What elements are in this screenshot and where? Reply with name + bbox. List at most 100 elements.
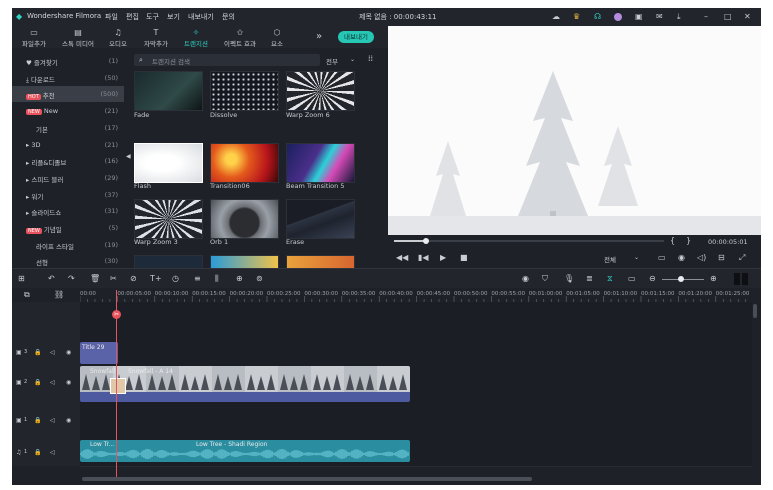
cut-icon[interactable]: ✂ bbox=[110, 275, 117, 283]
sidebar-item[interactable]: ▸ 리플&디졸브 (16) bbox=[12, 153, 124, 169]
previous-frame-icon[interactable]: ◀◀ bbox=[396, 254, 408, 262]
add-track-icon[interactable]: ⧉ bbox=[24, 291, 30, 299]
sidebar-item[interactable]: HOT 추천 (500) bbox=[12, 86, 124, 103]
mail-icon[interactable]: ✉ bbox=[656, 13, 663, 21]
sidebar-item[interactable]: ▸ 3D (21) bbox=[12, 137, 124, 153]
export-button[interactable]: 내보내기 bbox=[338, 31, 374, 43]
mark-in-icon[interactable]: { bbox=[670, 237, 675, 245]
save-icon[interactable]: ▣ bbox=[635, 13, 643, 21]
thumb-partial[interactable] bbox=[210, 255, 279, 269]
tab-effects[interactable]: ✩ 이펙트 효과 bbox=[220, 28, 260, 48]
thumb-warp-zoom-3[interactable] bbox=[134, 199, 203, 239]
tab-audio[interactable]: ♫ 오디오 bbox=[98, 28, 138, 48]
text-icon[interactable]: T+ bbox=[150, 275, 162, 283]
adjust-icon[interactable]: ≡ bbox=[194, 275, 201, 283]
thumb-warp-zoom-6[interactable] bbox=[286, 71, 355, 111]
thumb-flash[interactable] bbox=[134, 143, 203, 183]
zoom-in-icon[interactable]: ⊕ bbox=[710, 275, 717, 283]
stabilize-icon[interactable]: ⊚ bbox=[256, 275, 263, 283]
more-tabs-icon[interactable]: » bbox=[316, 32, 322, 42]
cloud-icon[interactable]: ☁ bbox=[552, 13, 560, 21]
quality-dropdown[interactable]: 전체 bbox=[604, 254, 616, 264]
tab-elements[interactable]: ⬡ 요소 bbox=[257, 28, 297, 48]
visibility-icon[interactable]: ◉ bbox=[66, 379, 71, 387]
video-clip[interactable]: Snowfall Snowfall - A 14 bbox=[80, 366, 410, 402]
mixer-icon[interactable]: ≣ bbox=[586, 275, 593, 283]
sidebar-item[interactable]: NEW 기념일 (5) bbox=[12, 220, 124, 236]
fullscreen-icon[interactable]: ⤢ bbox=[739, 254, 745, 262]
tab-transitions[interactable]: ✧ 트랜지션 bbox=[176, 28, 216, 48]
timeline-ruler[interactable]: 00:00 00:00:05:00 00:00:10:00 00:00:15:00 00… bbox=[79, 288, 761, 302]
volume-icon[interactable]: ◁) bbox=[697, 254, 706, 262]
lock-icon[interactable]: 🔒 bbox=[34, 349, 41, 357]
mute-icon[interactable]: ◁ bbox=[50, 449, 55, 457]
link-icon[interactable]: ⛓ bbox=[54, 291, 64, 299]
step-back-icon[interactable]: ▮◀ bbox=[418, 254, 429, 262]
maximize-icon[interactable]: □ bbox=[724, 13, 732, 21]
sidebar-item[interactable]: ♥ 즐겨찾기 (1) bbox=[12, 53, 124, 69]
menu-edit[interactable]: 편집 bbox=[126, 12, 139, 22]
snap-icon[interactable]: ⧖ bbox=[607, 275, 613, 283]
sidebar-item[interactable]: ⤓ 다운로드 (50) bbox=[12, 70, 124, 86]
grid-view-icon[interactable]: ⁞⁞ bbox=[368, 55, 373, 63]
preview-viewer[interactable] bbox=[388, 26, 761, 235]
audio-clip[interactable]: Low Tr... Low Tree - Shadi Region bbox=[80, 440, 410, 462]
minimize-icon[interactable]: – bbox=[704, 13, 708, 21]
subtitle-icon[interactable]: ▭ bbox=[628, 275, 636, 283]
menu-export[interactable]: 내보내기 bbox=[188, 12, 214, 22]
search-input[interactable]: ⌕ 트랜지션 검색 bbox=[134, 54, 320, 66]
audio-wave-icon[interactable]: ⫼ bbox=[215, 275, 219, 283]
filter-dropdown[interactable]: 전부 bbox=[326, 56, 338, 66]
green-screen-icon[interactable]: ⊕ bbox=[236, 275, 243, 283]
delete-icon[interactable]: 🗑 bbox=[90, 275, 100, 283]
visibility-icon[interactable]: ◉ bbox=[66, 417, 71, 425]
menu-help[interactable]: 문의 bbox=[222, 12, 235, 22]
mute-icon[interactable]: ◁ bbox=[50, 379, 55, 387]
undo-icon[interactable]: ↶ bbox=[48, 275, 55, 283]
tab-stock-media[interactable]: ▤ 스톡 미디어 bbox=[58, 28, 98, 48]
monitor-icon[interactable]: ▭ bbox=[658, 254, 666, 262]
crop-icon[interactable]: ⊘ bbox=[130, 275, 137, 283]
thumb-erase[interactable] bbox=[286, 199, 355, 239]
zoom-out-icon[interactable]: ⊖ bbox=[649, 275, 656, 283]
lock-icon[interactable]: 🔒 bbox=[34, 449, 41, 457]
snapshot-icon[interactable]: ◉ bbox=[678, 254, 685, 262]
playhead-cut-icon[interactable]: ✂ bbox=[112, 310, 121, 319]
playback-progress-bar[interactable] bbox=[394, 240, 664, 242]
menu-tools[interactable]: 도구 bbox=[146, 12, 159, 22]
mute-icon[interactable]: ◁ bbox=[50, 349, 55, 357]
avatar[interactable] bbox=[614, 13, 622, 21]
close-icon[interactable]: ✕ bbox=[744, 13, 751, 21]
timeline-scrollbar[interactable] bbox=[82, 477, 532, 481]
tab-import[interactable]: ▭ 파일추가 bbox=[14, 28, 54, 48]
sidebar-item[interactable]: 라이프 스타일 (19) bbox=[12, 237, 124, 253]
download-icon[interactable]: ⤓ bbox=[677, 13, 681, 21]
sidebar-item[interactable]: 기본 (17) bbox=[12, 120, 124, 136]
lock-icon[interactable]: 🔒 bbox=[34, 379, 41, 387]
mute-icon[interactable]: ◁ bbox=[50, 417, 55, 425]
thumb-dissolve[interactable] bbox=[210, 71, 279, 111]
sidebar-item[interactable]: ▸ 슬라이드쇼 (31) bbox=[12, 203, 124, 219]
chevron-down-icon[interactable]: ⌄ bbox=[350, 56, 355, 64]
headset-icon[interactable]: ☊ bbox=[594, 13, 601, 21]
sidebar-item[interactable]: 선형 (30) bbox=[12, 253, 124, 269]
redo-icon[interactable]: ↷ bbox=[68, 275, 75, 283]
visibility-icon[interactable]: ◉ bbox=[66, 349, 71, 357]
stop-icon[interactable]: ■ bbox=[460, 254, 468, 262]
playback-scrubber[interactable] bbox=[423, 238, 430, 244]
tab-titles[interactable]: T 자막추가 bbox=[136, 28, 176, 48]
thumb-orb-1[interactable] bbox=[210, 199, 279, 239]
microphone-icon[interactable]: 🎙 bbox=[564, 275, 574, 283]
transition-marker[interactable] bbox=[110, 378, 126, 394]
speed-icon[interactable]: ◷ bbox=[172, 275, 179, 283]
thumb-partial[interactable] bbox=[286, 255, 355, 269]
title-clip[interactable]: Title 29 bbox=[80, 342, 118, 364]
zoom-slider-knob[interactable] bbox=[678, 276, 684, 282]
timeline-vertical-scrollbar[interactable] bbox=[753, 304, 757, 318]
crown-icon[interactable]: ♛ bbox=[573, 13, 580, 21]
sidebar-item[interactable]: ▸ 워기 (37) bbox=[12, 187, 124, 203]
thumb-beam-transition-5[interactable] bbox=[286, 143, 355, 183]
marker-icon[interactable]: ⛉ bbox=[542, 275, 548, 283]
render-icon[interactable]: ⊟ bbox=[718, 254, 725, 262]
mark-out-icon[interactable]: } bbox=[686, 237, 691, 245]
